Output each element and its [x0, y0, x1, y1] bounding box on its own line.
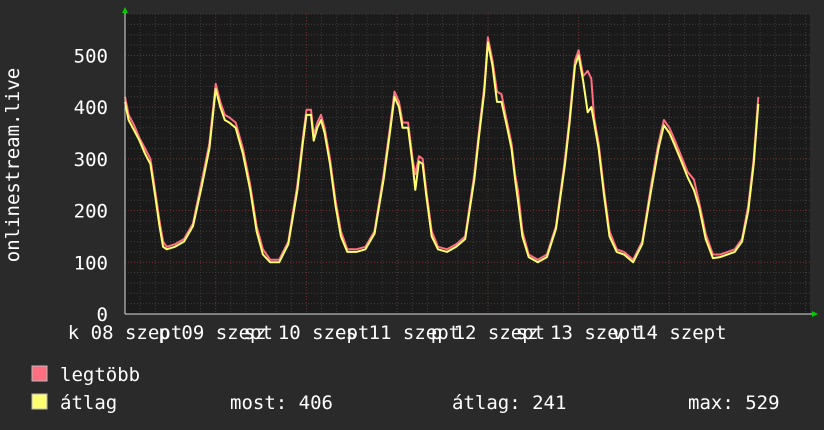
y-axis-ticks: 0100200300400500: [74, 45, 108, 326]
x-axis-ticks: k 08 szeptp 09 szeptsz 10 szeptcs 11 sze…: [68, 322, 727, 344]
chart: 0100200300400500 k 08 szeptp 09 szeptsz …: [2, 7, 818, 414]
legend-label-legtobb: legtöbb: [60, 364, 140, 386]
stat-max: max: 529: [688, 392, 780, 414]
x-tick-label: v 14 szept: [612, 322, 726, 344]
plot-background: [125, 14, 810, 314]
y-axis-label: onlinestream.live: [2, 68, 24, 262]
y-tick-label: 500: [74, 45, 108, 67]
legend-swatch-legtobb: [31, 365, 48, 382]
y-tick-label: 100: [74, 252, 108, 274]
y-tick-label: 400: [74, 97, 108, 119]
y-axis-arrow: [122, 7, 128, 13]
stat-average: átlag: 241: [452, 392, 566, 414]
legend-label-atlag: átlag: [60, 392, 117, 414]
stat-current: most: 406: [230, 392, 333, 414]
y-tick-label: 200: [74, 201, 108, 223]
legend: legtöbb átlag most: 406 átlag: 241 max: …: [31, 364, 780, 414]
y-tick-label: 300: [74, 149, 108, 171]
x-axis-arrow: [812, 311, 818, 317]
legend-swatch-atlag: [31, 393, 48, 410]
